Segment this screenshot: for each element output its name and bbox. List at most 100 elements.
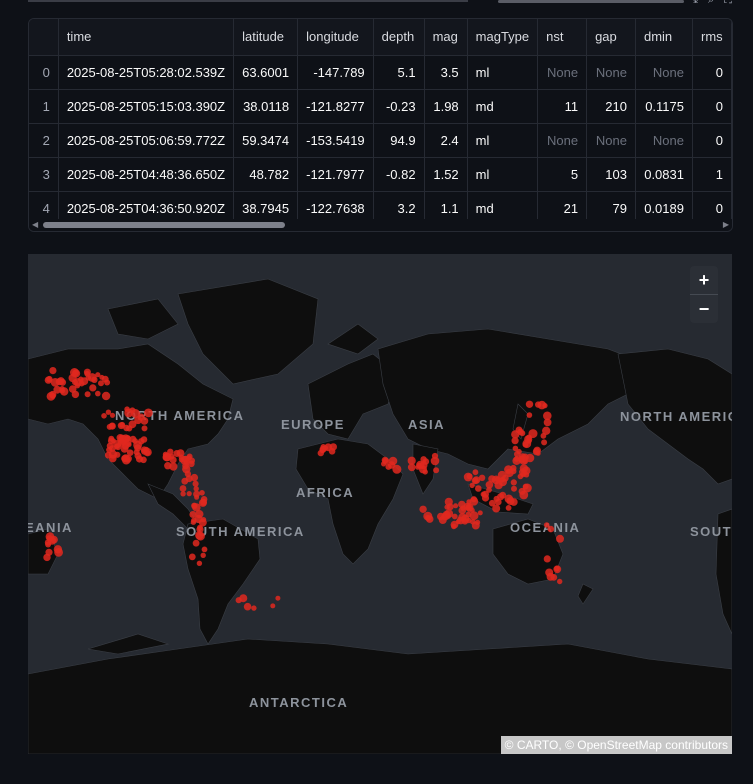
earthquake-marker[interactable] [45,541,52,548]
earthquake-marker[interactable] [480,491,487,498]
earthquake-marker[interactable] [169,462,178,471]
earthquake-marker[interactable] [469,482,475,489]
earthquake-marker[interactable] [543,418,552,427]
earthquake-marker[interactable] [201,517,207,523]
cell-time[interactable]: 2025-08-25T04:48:36.650Z [58,157,235,192]
earthquake-marker[interactable] [525,400,534,408]
cell-time[interactable]: 2025-08-25T05:06:59.772Z [58,123,235,158]
cell-longitude[interactable]: -121.8277 [297,89,374,124]
earthquake-marker[interactable] [525,453,535,463]
earthquake-marker[interactable] [466,473,473,480]
cell-mag[interactable]: 2.4 [424,123,468,158]
cell-magtype[interactable]: ml [467,123,539,158]
earthquake-marker[interactable] [433,467,440,474]
earthquake-marker[interactable] [388,456,398,466]
earthquake-marker[interactable] [446,503,454,511]
earthquake-marker[interactable] [532,447,541,456]
table-row[interactable]: 1 2025-08-25T05:15:03.390Z 38.0118 -121.827… [29,89,732,124]
earthquake-marker[interactable] [132,438,138,444]
column-header-index[interactable] [29,19,59,56]
cell-mag[interactable]: 1.98 [424,89,468,124]
column-header-nst[interactable]: nst [537,19,588,56]
earthquake-marker[interactable] [141,425,148,432]
earthquake-marker[interactable] [472,469,479,476]
earthquake-marker[interactable] [270,603,276,609]
earthquake-marker[interactable] [44,376,53,384]
earthquake-marker[interactable] [53,545,63,554]
earthquake-marker[interactable] [186,453,193,460]
column-header-dmin[interactable]: dmin [635,19,693,56]
earthquake-marker[interactable] [134,444,142,452]
search-icon[interactable]: ⌕ [708,0,714,7]
earthquake-marker[interactable] [382,457,390,465]
earthquake-marker[interactable] [542,403,548,409]
earthquake-marker[interactable] [195,510,204,519]
cell-depth[interactable]: -0.82 [373,157,425,192]
column-header-latitude[interactable]: latitude [233,19,299,56]
earthquake-marker[interactable] [141,448,148,455]
earthquake-marker[interactable] [178,457,184,463]
earthquake-marker[interactable] [179,485,187,492]
earthquake-marker[interactable] [200,552,206,558]
table-row[interactable]: 0 2025-08-25T05:28:02.539Z 63.6001 -147.789… [29,55,732,90]
earthquake-marker[interactable] [511,430,520,439]
earthquake-marker[interactable] [251,605,257,611]
download-icon[interactable]: ⤓ [693,0,698,7]
table-row[interactable]: 3 2025-08-25T04:48:36.650Z 48.782 -121.7977… [29,157,732,192]
earthquake-marker[interactable] [181,477,189,485]
scroll-right-icon[interactable]: ▶ [723,220,729,229]
cell-magtype[interactable]: md [467,89,539,124]
earthquake-marker[interactable] [140,456,147,464]
fullscreen-icon[interactable]: ⛶ [724,0,732,7]
earthquake-marker[interactable] [193,490,200,498]
cell-longitude[interactable]: -153.5419 [297,123,374,158]
earthquake-marker[interactable] [49,392,56,399]
earthquake-marker[interactable] [95,372,101,378]
column-header-rms[interactable]: rms [692,19,732,56]
column-header-longitude[interactable]: longitude [297,19,374,56]
earthquake-marker[interactable] [444,509,454,518]
zoom-in-button[interactable]: + [690,266,718,294]
earthquake-marker[interactable] [180,491,186,497]
cell-rms[interactable]: 1 [692,157,732,192]
cell-dmin[interactable]: None [635,55,693,90]
earthquake-marker[interactable] [188,553,196,561]
cell-nst[interactable]: None [537,123,588,158]
earthquake-marker[interactable] [469,511,479,521]
earthquake-marker[interactable] [542,426,551,435]
cell-mag[interactable]: 3.5 [424,55,468,90]
earthquake-marker[interactable] [550,574,558,581]
earthquake-marker[interactable] [511,485,517,492]
column-header-depth[interactable]: depth [373,19,425,56]
earthquake-marker[interactable] [134,452,142,460]
column-header-time[interactable]: time [58,19,235,56]
earthquake-marker[interactable] [453,503,459,509]
cell-latitude[interactable]: 48.782 [233,157,299,192]
earthquake-marker[interactable] [557,578,563,585]
earthquake-marker[interactable] [192,539,200,547]
horizontal-scrollbar[interactable]: ◀ ▶ [29,219,732,231]
earthquake-marker[interactable] [419,505,427,513]
cell-gap[interactable]: None [586,55,636,90]
earthquake-marker[interactable] [505,505,512,511]
earthquake-marker[interactable] [320,444,327,450]
earthquake-marker[interactable] [60,387,69,396]
cell-gap[interactable]: None [586,123,636,158]
cell-dmin[interactable]: 0.0831 [635,157,693,192]
cell-rms[interactable]: 0 [692,89,732,124]
earthquake-marker[interactable] [45,532,55,542]
zoom-out-button[interactable]: − [690,295,718,323]
earthquake-marker[interactable] [526,412,533,418]
earthquake-marker[interactable] [101,391,111,401]
cell-longitude[interactable]: -147.789 [297,55,374,90]
earthquake-marker[interactable] [510,479,517,486]
earthquake-marker[interactable] [190,473,199,482]
earthquake-marker[interactable] [478,474,486,481]
earthquake-marker[interactable] [235,597,242,604]
earthquake-marker[interactable] [201,546,208,553]
cell-nst[interactable]: 11 [537,89,588,124]
earthquake-marker[interactable] [144,408,153,418]
earthquake-marker[interactable] [173,450,181,457]
earthquake-marker[interactable] [470,519,476,525]
earthquake-marker[interactable] [477,510,483,516]
